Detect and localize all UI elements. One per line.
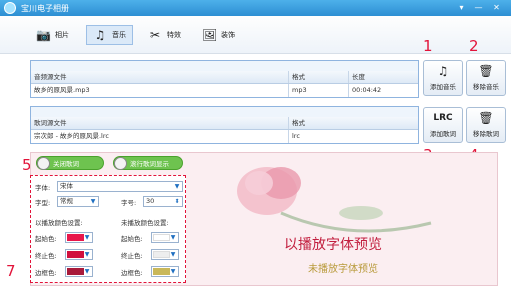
tab-music[interactable]: ♫ 音乐 xyxy=(86,25,133,45)
table-cell: lrc xyxy=(292,132,300,140)
close-button[interactable]: ✕ xyxy=(490,2,503,13)
app-logo-icon xyxy=(4,2,16,14)
style-select[interactable]: 常规 ▼ xyxy=(57,196,99,207)
lrc-icon: LRC xyxy=(433,113,453,123)
tab-label: 音乐 xyxy=(112,31,126,39)
played-start-color-picker[interactable]: ▼ xyxy=(65,232,93,243)
add-music-button[interactable]: ♫ 添加音乐 xyxy=(423,60,463,96)
end-color-label: 终止色: xyxy=(35,252,57,260)
font-select[interactable]: 宋体 ▼ xyxy=(57,181,183,192)
end-color-label: 终止色: xyxy=(121,252,143,260)
color-fill xyxy=(153,268,170,275)
music-note-icon: ♫ xyxy=(94,28,106,42)
lyric-style-settings: 字体: 宋体 ▼ 字型: 常规 ▼ 字号: 30 ⬍ 以播放颜色设置: 未播放颜… xyxy=(30,175,186,283)
restore-button[interactable]: — xyxy=(472,2,485,13)
window-title: 宝川电子相册 xyxy=(21,4,69,13)
unplayed-text-preview: 未播放字体预览 xyxy=(308,264,378,275)
tab-label: 装饰 xyxy=(221,31,235,39)
chevron-down-icon: ▼ xyxy=(84,234,90,241)
tab-photos[interactable]: 📷 相片 xyxy=(30,25,75,45)
button-label: 添加音乐 xyxy=(430,83,456,91)
unplayed-border-color-picker[interactable]: ▼ xyxy=(151,266,179,277)
button-label: 移除音乐 xyxy=(473,83,499,91)
unplayed-color-title: 未播放颜色设置: xyxy=(121,219,169,227)
trash-icon: 🗑 xyxy=(478,64,494,78)
button-label: 移除歌词 xyxy=(473,130,499,138)
size-label: 字号: xyxy=(121,199,137,207)
tab-bar: 📷 相片 ♫ 音乐 ✂ 特效 🖼 装饰 xyxy=(0,16,511,54)
audio-file-table: 音频源文件 格式 长度 故乡的原风景.mp3 mp3 00:04:42 xyxy=(30,60,419,98)
callout-number: 7 xyxy=(6,262,16,280)
played-border-color-picker[interactable]: ▼ xyxy=(65,266,93,277)
column-header: 格式 xyxy=(289,71,349,83)
effects-icon: ✂ xyxy=(149,28,161,42)
toggle-knob xyxy=(37,156,50,170)
title-bar: 宝川电子相册 ▾ — ✕ xyxy=(0,0,511,16)
chevron-down-icon: ▼ xyxy=(84,268,90,275)
trash-icon: 🗑 xyxy=(478,111,494,125)
tab-label: 特效 xyxy=(167,31,181,39)
toggle-label: 滚行歌词显示 xyxy=(130,160,169,168)
column-header: 音频源文件 xyxy=(31,71,289,83)
start-color-label: 起始色: xyxy=(35,235,57,243)
played-text-preview: 以播放字体预览 xyxy=(284,237,382,253)
border-color-label: 边框色: xyxy=(35,269,57,277)
table-row[interactable]: 宗次郎 - 故乡的原风景.lrc lrc xyxy=(31,130,418,143)
table-cell: 故乡的原风景.mp3 xyxy=(31,84,289,97)
played-end-color-picker[interactable]: ▼ xyxy=(65,249,93,260)
button-label: 添加歌词 xyxy=(430,130,456,138)
color-fill xyxy=(67,268,84,275)
scroll-lyric-toggle[interactable]: 滚行歌词显示 xyxy=(113,156,183,170)
chevron-down-icon: ▼ xyxy=(174,183,180,190)
tab-effects[interactable]: ✂ 特效 xyxy=(142,25,187,45)
color-fill xyxy=(67,234,84,241)
start-color-label: 起始色: xyxy=(121,235,143,243)
add-lyric-button[interactable]: LRC 添加歌词 xyxy=(423,107,463,143)
table-row[interactable]: 故乡的原风景.mp3 mp3 00:04:42 xyxy=(31,84,418,97)
music-note-icon: ♫ xyxy=(437,64,449,78)
chevron-down-icon: ▼ xyxy=(170,251,176,258)
table-cell: 宗次郎 - 故乡的原风景.lrc xyxy=(31,130,289,143)
column-header: 长度 xyxy=(352,73,365,81)
style-label: 字型: xyxy=(35,199,51,207)
chevron-down-icon: ▼ xyxy=(84,251,90,258)
table-header: 音频源文件 格式 长度 xyxy=(31,71,418,84)
font-label: 字体: xyxy=(35,184,51,192)
size-stepper[interactable]: 30 ⬍ xyxy=(143,196,183,207)
style-value: 常规 xyxy=(60,197,73,205)
table-header: 歌词源文件 格式 xyxy=(31,117,418,130)
unplayed-end-color-picker[interactable]: ▼ xyxy=(151,249,179,260)
table-cell: 00:04:42 xyxy=(352,86,382,94)
unplayed-start-color-picker[interactable]: ▼ xyxy=(151,232,179,243)
toggle-label: 关闭歌词 xyxy=(53,160,79,168)
color-fill xyxy=(67,251,84,258)
border-color-label: 边框色: xyxy=(121,269,143,277)
color-fill xyxy=(153,234,170,241)
column-header: 格式 xyxy=(292,119,305,127)
column-header: 歌词源文件 xyxy=(31,117,289,129)
stepper-icon[interactable]: ⬍ xyxy=(173,198,181,205)
chevron-down-icon: ▼ xyxy=(170,268,176,275)
remove-lyric-button[interactable]: 🗑 移除歌词 xyxy=(466,107,506,143)
lyric-file-table: 歌词源文件 格式 宗次郎 - 故乡的原风景.lrc lrc xyxy=(30,106,419,144)
size-value: 30 xyxy=(146,197,155,205)
picture-icon: 🖼 xyxy=(202,28,218,42)
table-cell: mp3 xyxy=(289,84,349,97)
tab-label: 相片 xyxy=(55,31,69,39)
callout-number: 1 xyxy=(423,37,433,55)
remove-music-button[interactable]: 🗑 移除音乐 xyxy=(466,60,506,96)
toggle-knob xyxy=(114,156,127,170)
close-lyric-toggle[interactable]: 关闭歌词 xyxy=(36,156,104,170)
color-fill xyxy=(153,251,170,258)
minimize-button[interactable]: ▾ xyxy=(455,2,468,13)
played-color-title: 以播放颜色设置: xyxy=(35,219,83,227)
tab-decoration[interactable]: 🖼 装饰 xyxy=(196,25,241,45)
chevron-down-icon: ▼ xyxy=(170,234,176,241)
font-value: 宋体 xyxy=(60,182,73,190)
chevron-down-icon: ▼ xyxy=(90,198,96,205)
camera-icon: 📷 xyxy=(36,28,51,42)
callout-number: 2 xyxy=(469,37,479,55)
